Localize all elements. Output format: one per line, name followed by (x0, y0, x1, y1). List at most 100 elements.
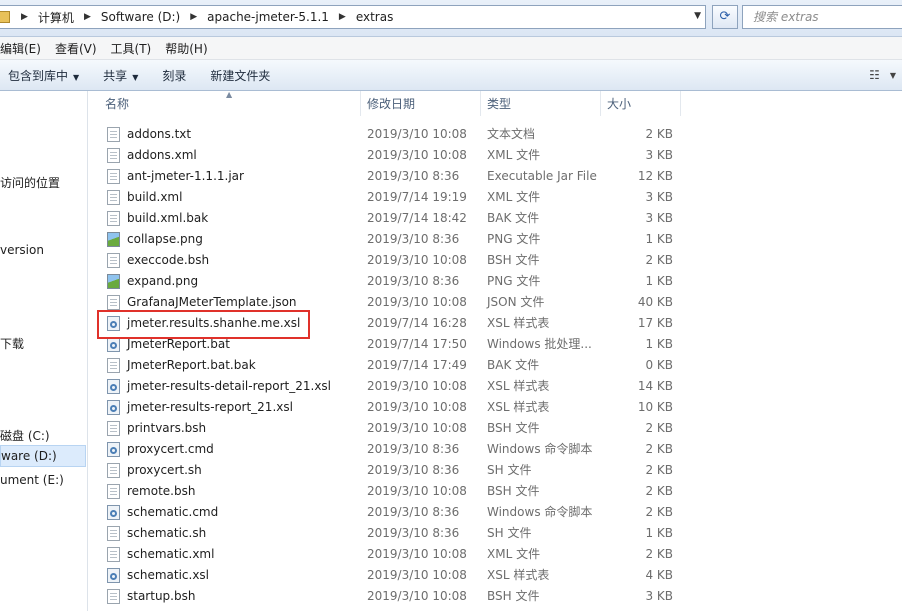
breadcrumb-drive-d[interactable]: Software (D:) (98, 10, 183, 24)
file-type: BSH 文件 (487, 589, 540, 603)
file-row[interactable]: proxycert.sh 2019/3/10 8:36 SH 文件 2 KB (88, 460, 902, 481)
file-size: 2 KB (645, 484, 673, 498)
menu-view[interactable]: 查看(V) (48, 40, 104, 57)
column-header-type[interactable]: 类型 (481, 91, 601, 116)
file-name: build.xml (127, 190, 183, 204)
nav-item-version[interactable]: version (0, 243, 44, 257)
view-list-icon[interactable]: ☷ (869, 68, 880, 82)
file-date-modified: 2019/3/10 10:08 (367, 253, 467, 267)
share-button[interactable]: 共享 ▼ (91, 67, 150, 84)
file-type: BSH 文件 (487, 421, 540, 435)
file-date-modified: 2019/3/10 10:08 (367, 589, 467, 603)
xsl-file-icon (107, 568, 120, 583)
menu-bar: 编辑(E) 查看(V) 工具(T) 帮助(H) (0, 37, 902, 60)
cmd-file-icon (107, 505, 120, 520)
chevron-right-icon[interactable]: ▶ (183, 12, 204, 22)
menu-edit[interactable]: 编辑(E) (0, 40, 48, 57)
chevron-down-icon[interactable]: ▼ (890, 71, 896, 80)
chevron-right-icon[interactable]: ▶ (14, 12, 35, 22)
file-size: 3 KB (645, 589, 673, 603)
file-type: XML 文件 (487, 547, 541, 561)
file-size: 1 KB (645, 274, 673, 288)
view-options[interactable]: ☷ ▼ (869, 68, 896, 82)
include-library-button[interactable]: 包含到库中 ▼ (0, 67, 91, 84)
file-name: jmeter-results-detail-report_21.xsl (127, 379, 331, 393)
xsl-file-icon (107, 400, 120, 415)
new-folder-button[interactable]: 新建文件夹 (198, 67, 282, 84)
chevron-right-icon[interactable]: ▶ (77, 12, 98, 22)
nav-item-drive-d[interactable]: ware (D:) (0, 445, 86, 467)
column-header-date[interactable]: 修改日期 (361, 91, 481, 116)
file-date-modified: 2019/3/10 8:36 (367, 274, 460, 288)
file-size: 12 KB (637, 169, 673, 183)
bsh-file-icon (107, 253, 120, 268)
file-size: 3 KB (645, 190, 673, 204)
file-row[interactable]: jmeter.results.shanhe.me.xsl 2019/7/14 16… (88, 313, 902, 334)
file-row[interactable]: expand.png 2019/3/10 8:36 PNG 文件 1 KB (88, 271, 902, 292)
file-row[interactable]: build.xml 2019/7/14 19:19 XML 文件 3 KB (88, 187, 902, 208)
file-name: startup.bsh (127, 589, 196, 603)
file-row[interactable]: schematic.sh 2019/3/10 8:36 SH 文件 1 KB (88, 523, 902, 544)
file-row[interactable]: ant-jmeter-1.1.1.jar 2019/3/10 8:36 Execut… (88, 166, 902, 187)
file-row[interactable]: collapse.png 2019/3/10 8:36 PNG 文件 1 KB (88, 229, 902, 250)
file-row[interactable]: jmeter-results-report_21.xsl 2019/3/10 10… (88, 397, 902, 418)
nav-item-drive-c[interactable]: 磁盘 (C:) (0, 427, 50, 444)
file-type: XSL 样式表 (487, 379, 550, 393)
file-row[interactable]: jmeter-results-detail-report_21.xsl 2019/… (88, 376, 902, 397)
file-name: expand.png (127, 274, 199, 288)
file-type: XML 文件 (487, 148, 541, 162)
file-size: 14 KB (637, 379, 673, 393)
file-row[interactable]: printvars.bsh 2019/3/10 10:08 BSH 文件 2 KB (88, 418, 902, 439)
column-header-row: ▲ 名称 修改日期 类型 大小 (88, 91, 902, 116)
nav-item-drive-e[interactable]: ument (E:) (0, 473, 64, 487)
file-row[interactable]: addons.txt 2019/3/10 10:08 文本文档 2 KB (88, 124, 902, 145)
file-size: 40 KB (637, 295, 673, 309)
file-row[interactable]: build.xml.bak 2019/7/14 18:42 BAK 文件 3 KB (88, 208, 902, 229)
file-row[interactable]: proxycert.cmd 2019/3/10 8:36 Windows 命令脚本 2… (88, 439, 902, 460)
address-bar-area: ▶ 计算机 ▶ Software (D:) ▶ apache-jmeter-5.… (0, 0, 902, 37)
file-row[interactable]: startup.bsh 2019/3/10 10:08 BSH 文件 3 KB (88, 586, 902, 607)
file-date-modified: 2019/7/14 17:49 (367, 358, 467, 372)
nav-item-recent-places[interactable]: 访问的位置 (0, 174, 60, 191)
file-row[interactable]: addons.xml 2019/3/10 10:08 XML 文件 3 KB (88, 145, 902, 166)
refresh-button[interactable]: ⟳ (712, 5, 738, 29)
file-date-modified: 2019/7/14 18:42 (367, 211, 467, 225)
file-row[interactable]: remote.bsh 2019/3/10 10:08 BSH 文件 2 KB (88, 481, 902, 502)
file-row[interactable]: JmeterReport.bat 2019/7/14 17:50 Windows 批… (88, 334, 902, 355)
breadcrumb[interactable]: ▶ 计算机 ▶ Software (D:) ▶ apache-jmeter-5.… (0, 5, 706, 29)
file-date-modified: 2019/3/10 8:36 (367, 505, 460, 519)
column-header-name[interactable]: ▲ 名称 (88, 91, 361, 116)
file-date-modified: 2019/7/14 17:50 (367, 337, 467, 351)
file-size: 1 KB (645, 337, 673, 351)
file-row[interactable]: GrafanaJMeterTemplate.json 2019/3/10 10:0… (88, 292, 902, 313)
breadcrumb-jmeter[interactable]: apache-jmeter-5.1.1 (204, 10, 332, 24)
chevron-right-icon[interactable]: ▶ (332, 12, 353, 22)
file-name: jmeter-results-report_21.xsl (127, 400, 293, 414)
file-row[interactable]: schematic.cmd 2019/3/10 8:36 Windows 命令脚本 2… (88, 502, 902, 523)
chevron-down-icon[interactable]: ▼ (694, 11, 701, 21)
breadcrumb-extras[interactable]: extras (353, 10, 397, 24)
file-date-modified: 2019/3/10 10:08 (367, 568, 467, 582)
file-size: 3 KB (645, 211, 673, 225)
file-row[interactable]: execcode.bsh 2019/3/10 10:08 BSH 文件 2 KB (88, 250, 902, 271)
json-file-icon (107, 295, 120, 310)
bsh-file-icon (107, 421, 120, 436)
file-row[interactable]: schematic.xsl 2019/3/10 10:08 XSL 样式表 4 KB (88, 565, 902, 586)
file-size: 1 KB (645, 526, 673, 540)
file-row[interactable]: JmeterReport.bat.bak 2019/7/14 17:49 BAK 文… (88, 355, 902, 376)
column-header-size[interactable]: 大小 (601, 91, 681, 116)
file-row[interactable]: schematic.xml 2019/3/10 10:08 XML 文件 2 KB (88, 544, 902, 565)
breadcrumb-computer[interactable]: 计算机 (35, 9, 77, 26)
nav-item-downloads[interactable]: 下载 (0, 335, 24, 352)
file-type: Executable Jar File (487, 169, 597, 183)
bak-file-icon (107, 358, 120, 373)
search-input[interactable]: 搜索 extras (742, 5, 902, 29)
file-size: 2 KB (645, 127, 673, 141)
burn-button[interactable]: 刻录 (150, 67, 198, 84)
chevron-down-icon: ▼ (73, 72, 80, 82)
file-type: XSL 样式表 (487, 316, 550, 330)
menu-help[interactable]: 帮助(H) (158, 40, 214, 57)
share-label: 共享 (103, 68, 128, 83)
chevron-down-icon: ▼ (132, 72, 139, 82)
menu-tools[interactable]: 工具(T) (104, 40, 159, 57)
